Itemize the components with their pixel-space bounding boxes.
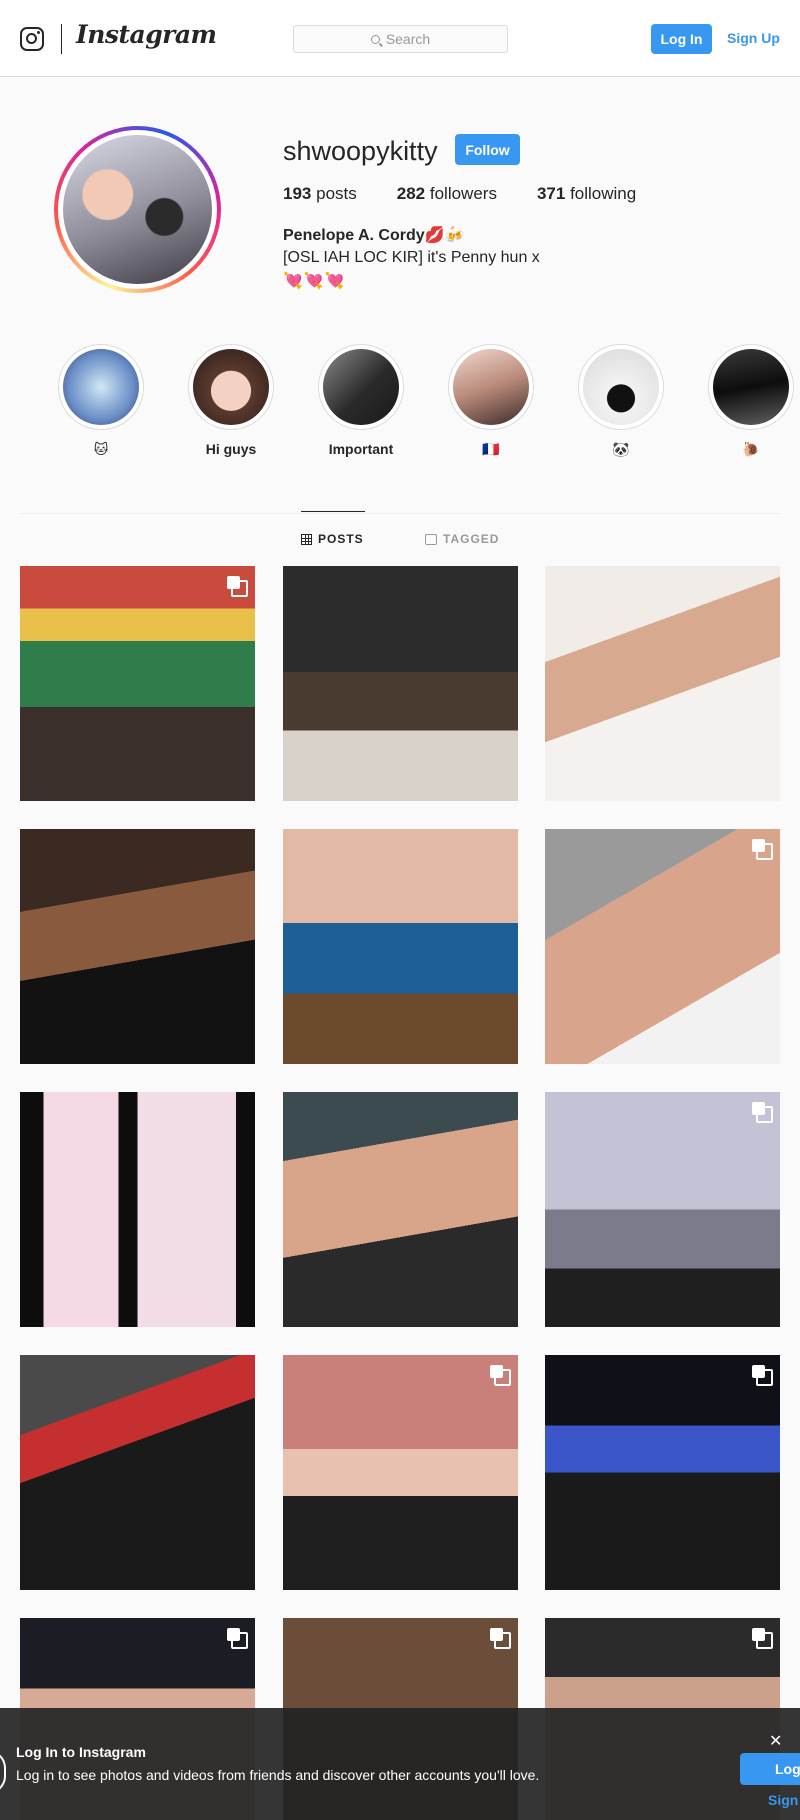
stat-posts: 193 posts <box>283 184 357 203</box>
login-banner-subtitle: Log in to see photos and videos from fri… <box>16 1767 540 1783</box>
highlight-cover <box>63 349 139 425</box>
signup-link[interactable]: Sign Up <box>727 30 780 46</box>
multiple-photos-icon <box>752 839 773 860</box>
login-banner: Log In to Instagram Log in to see photos… <box>0 1708 800 1820</box>
multiple-photos-icon <box>752 1102 773 1123</box>
highlight-item[interactable]: Important <box>311 344 411 459</box>
highlight-label: Important <box>328 441 394 457</box>
post-thumbnail[interactable] <box>545 1092 780 1327</box>
highlight-cover <box>323 349 399 425</box>
profile-bio: [OSL IAH LOC KIR] it's Penny hun x <box>283 249 540 266</box>
instagram-wordmark[interactable]: Instagram <box>76 20 217 49</box>
tab-posts[interactable]: POSTS <box>301 511 365 546</box>
highlight-item[interactable]: Hi guys <box>181 344 281 459</box>
highlight-cover <box>713 349 789 425</box>
grid-icon <box>301 533 312 545</box>
tag-icon <box>425 533 437 545</box>
multiple-photos-icon <box>490 1628 511 1649</box>
profile-bio-emoji: 💘💘💘 <box>283 273 346 290</box>
multiple-photos-icon <box>227 576 248 597</box>
highlight-item[interactable]: 🇫🇷 <box>441 344 541 459</box>
highlight-label: Hi guys <box>205 441 257 457</box>
instagram-glyph-icon[interactable] <box>20 27 44 51</box>
highlight-item[interactable]: 🐼 <box>571 344 671 459</box>
stat-following[interactable]: 371 following <box>537 184 636 204</box>
multiple-photos-icon <box>752 1365 773 1386</box>
instagram-glyph-icon <box>0 1750 6 1794</box>
search-input[interactable]: Search <box>293 25 508 53</box>
stat-followers[interactable]: 282 followers <box>397 184 497 204</box>
post-thumbnail[interactable] <box>283 1355 518 1590</box>
post-thumbnail[interactable] <box>545 566 780 801</box>
post-thumbnail[interactable] <box>283 1092 518 1327</box>
highlight-item[interactable]: 🐌 <box>701 344 800 459</box>
profile-tabs: POSTS TAGGED <box>0 511 800 562</box>
profile-username: shwoopykitty <box>283 136 438 166</box>
highlight-label: 🇫🇷 <box>482 441 500 457</box>
post-thumbnail[interactable] <box>545 1355 780 1590</box>
login-banner-title: Log In to Instagram <box>16 1744 146 1760</box>
multiple-photos-icon <box>227 1628 248 1649</box>
post-thumbnail[interactable] <box>545 829 780 1064</box>
banner-signup-link[interactable]: Sign <box>768 1792 798 1808</box>
top-nav: Instagram Search Log In Sign Up <box>0 0 800 77</box>
banner-login-button[interactable]: Log <box>740 1753 800 1785</box>
highlight-cover <box>193 349 269 425</box>
follow-button[interactable]: Follow <box>455 134 520 165</box>
profile-stats: 193 posts 282 followers 371 following <box>283 184 676 204</box>
multiple-photos-icon <box>490 1365 511 1386</box>
story-highlights: 🐱 Hi guys Important 🇫🇷 🐼 🐌 <box>0 344 800 464</box>
post-thumbnail[interactable] <box>283 829 518 1064</box>
post-thumbnail[interactable] <box>20 829 255 1064</box>
post-thumbnail[interactable] <box>20 1355 255 1590</box>
highlight-label: 🐌 <box>742 441 760 457</box>
profile-full-name: Penelope A. Cordy💋🍻 <box>283 227 465 244</box>
profile-avatar[interactable] <box>54 126 221 293</box>
highlight-cover <box>453 349 529 425</box>
post-thumbnail[interactable] <box>20 1092 255 1327</box>
search-icon <box>370 34 380 44</box>
nav-divider <box>61 24 62 54</box>
highlight-cover <box>583 349 659 425</box>
highlight-label: 🐼 <box>612 441 630 457</box>
multiple-photos-icon <box>752 1628 773 1649</box>
login-button[interactable]: Log In <box>651 24 712 54</box>
highlight-item[interactable]: 🐱 <box>51 344 151 459</box>
highlight-label: 🐱 <box>93 441 109 457</box>
search-placeholder: Search <box>385 31 431 47</box>
post-thumbnail[interactable] <box>283 566 518 801</box>
close-icon[interactable]: ✕ <box>769 1731 782 1751</box>
avatar-image <box>63 135 212 284</box>
tab-tagged[interactable]: TAGGED <box>425 532 499 546</box>
post-thumbnail[interactable] <box>20 566 255 801</box>
